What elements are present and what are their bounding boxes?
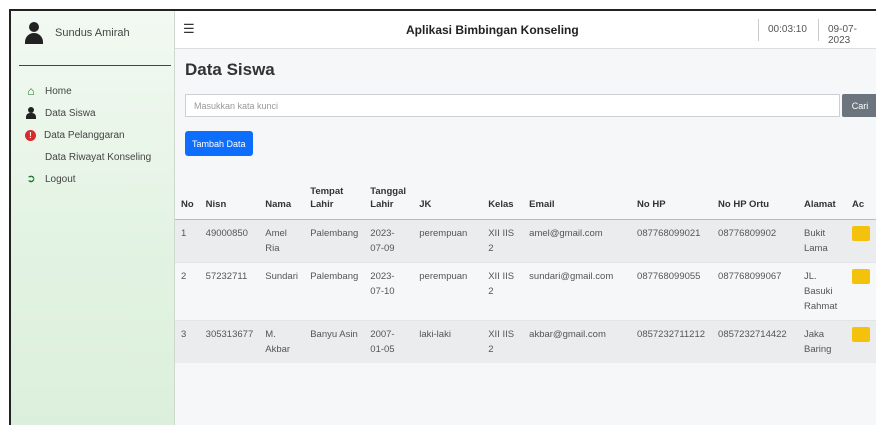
logout-icon: ➲ (26, 173, 36, 185)
cell-tempat-lahir: Palembang (304, 218, 365, 262)
cell-nama: Sundari (259, 261, 305, 320)
cell-aksi: E (845, 319, 876, 363)
table-header-row: No Nisn Nama Tempat Lahir Tanggal Lahir … (175, 171, 876, 220)
cell-no: 3 (175, 319, 200, 363)
column-header-aksi: Ac (845, 171, 876, 220)
app-window: Sundus Amirah ⌂ Home Data Siswa ! Data P… (9, 9, 876, 425)
cell-tanggal-lahir: 2023-07-09 (364, 218, 414, 262)
user-panel: Sundus Amirah (11, 11, 174, 55)
sidebar-divider (19, 65, 171, 66)
cell-aksi: E (845, 218, 876, 262)
sidebar: Sundus Amirah ⌂ Home Data Siswa ! Data P… (11, 11, 175, 425)
hamburger-icon[interactable]: ☰ (183, 21, 195, 37)
sidebar-menu: ⌂ Home Data Siswa ! Data Pelanggaran Dat… (11, 80, 174, 190)
cell-no-hp: 0857232711212 (631, 319, 713, 363)
list-icon (25, 151, 37, 163)
cell-nama: M. Akbar (259, 319, 305, 363)
sidebar-item-data-pelanggaran[interactable]: ! Data Pelanggaran (11, 124, 174, 146)
column-header-tempat-lahir: Tempat Lahir (304, 171, 365, 220)
app-title: Aplikasi Bimbingan Konseling (406, 23, 579, 37)
column-header-kelas: Kelas (482, 171, 524, 220)
column-header-no-hp: No HP (631, 171, 713, 220)
cell-no-hp-ortu: 0857232714422 (712, 319, 798, 363)
edit-button[interactable]: E (851, 326, 870, 342)
divider (818, 19, 819, 41)
column-header-tanggal-lahir: Tanggal Lahir (364, 171, 414, 220)
column-header-nisn: Nisn (199, 171, 260, 220)
cell-nisn: 305313677 (199, 319, 260, 363)
table-row: 3 305313677 M. Akbar Banyu Asin 2007-01-… (175, 319, 876, 363)
edit-button[interactable]: E (851, 268, 870, 284)
clock: 00:03:10 (768, 24, 807, 35)
sidebar-item-label: Home (45, 85, 72, 97)
table-row: 2 57232711 Sundari Palembang 2023-07-10 … (175, 261, 876, 320)
cell-kelas: XII IIS 2 (482, 319, 524, 363)
alert-icon: ! (25, 129, 36, 141)
cell-kelas: XII IIS 2 (482, 218, 524, 262)
cell-no-hp: 087768099021 (631, 218, 713, 262)
avatar-icon (23, 22, 45, 44)
page-title: Data Siswa (185, 60, 275, 79)
search-input[interactable] (186, 95, 839, 116)
main-content: Data Siswa Cari Tambah Data No Nisn Nama… (175, 49, 876, 425)
sidebar-item-label: Data Pelanggaran (44, 129, 125, 141)
cell-kelas: XII IIS 2 (482, 261, 524, 320)
cell-no-hp-ortu: 08776809902 (712, 218, 798, 262)
cell-nama: Amel Ria (259, 218, 305, 262)
sidebar-item-data-siswa[interactable]: Data Siswa (11, 102, 174, 124)
cell-alamat: JL. Basuki Rahmat (797, 261, 846, 320)
cell-no-hp: 087768099055 (631, 261, 713, 320)
divider (758, 19, 759, 41)
cell-jk: perempuan (413, 261, 483, 320)
search-button[interactable]: Cari (842, 94, 876, 117)
cell-email: amel@gmail.com (523, 218, 632, 262)
column-header-jk: JK (413, 171, 483, 220)
cell-email: sundari@gmail.com (523, 261, 632, 320)
cell-no-hp-ortu: 087768099067 (712, 261, 798, 320)
column-header-alamat: Alamat (797, 171, 846, 220)
sidebar-item-label: Data Siswa (45, 107, 96, 119)
sidebar-item-label: Logout (45, 173, 76, 185)
top-bar: ☰ Aplikasi Bimbingan Konseling 00:03:10 … (175, 11, 876, 49)
current-date: 09-07-2023 (828, 24, 857, 46)
table-row: 1 49000850 Amel Ria Palembang 2023-07-09… (175, 218, 876, 262)
cell-aksi: E (845, 261, 876, 320)
cell-nisn: 57232711 (199, 261, 260, 320)
sidebar-item-label: Data Riwayat Konseling (45, 151, 152, 163)
cell-tanggal-lahir: 2023-07-10 (364, 261, 414, 320)
edit-button[interactable]: E (851, 225, 870, 241)
column-header-no-hp-ortu: No HP Ortu (712, 171, 798, 220)
cell-jk: perempuan (413, 218, 483, 262)
cell-no: 1 (175, 218, 200, 262)
add-data-button[interactable]: Tambah Data (185, 131, 253, 156)
cell-email: akbar@gmail.com (523, 319, 632, 363)
student-table: No Nisn Nama Tempat Lahir Tanggal Lahir … (175, 171, 876, 363)
cell-tanggal-lahir: 2007-01-05 (364, 319, 414, 363)
cell-no: 2 (175, 261, 200, 320)
user-icon (25, 107, 37, 119)
sidebar-item-logout[interactable]: ➲ Logout (11, 168, 174, 190)
cell-alamat: Bukit Lama (797, 218, 846, 262)
column-header-email: Email (523, 171, 632, 220)
sidebar-item-riwayat-konseling[interactable]: Data Riwayat Konseling (11, 146, 174, 168)
cell-tempat-lahir: Palembang (304, 261, 365, 320)
cell-jk: laki-laki (413, 319, 483, 363)
column-header-nama: Nama (259, 171, 305, 220)
cell-alamat: Jaka Baring (797, 319, 846, 363)
user-name: Sundus Amirah (55, 27, 130, 39)
cell-nisn: 49000850 (199, 218, 260, 262)
cell-tempat-lahir: Banyu Asin (304, 319, 365, 363)
home-icon: ⌂ (27, 84, 35, 98)
search-box (185, 94, 840, 117)
column-header-no: No (175, 171, 200, 220)
sidebar-item-home[interactable]: ⌂ Home (11, 80, 174, 102)
